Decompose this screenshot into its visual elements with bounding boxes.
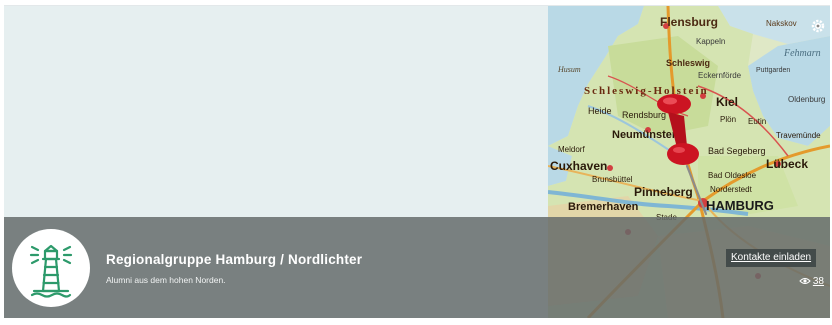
group-subtitle: Alumni aus dem hohen Norden.	[106, 275, 226, 285]
map-label-nakskov: Nakskov	[766, 19, 797, 28]
map-label-husum: Husum	[557, 65, 581, 74]
map-label-eckernfoerde: Eckernförde	[698, 71, 742, 80]
map-label-cuxhaven: Cuxhaven	[550, 159, 607, 173]
group-header-banner: Flensburg Nakskov Kappeln Fehmarn Puttga…	[4, 5, 830, 318]
views-count: 38	[812, 276, 824, 287]
map-label-bremerhaven: Bremerhaven	[568, 201, 639, 213]
map-label-hamburg: HAMBURG	[706, 198, 774, 213]
map-label-bad-segeberg: Bad Segeberg	[708, 146, 766, 156]
lighthouse-icon	[29, 244, 73, 298]
map-label-brunsbuettel: Brunsbüttel	[592, 175, 633, 184]
views-counter[interactable]: 38	[799, 276, 824, 287]
map-label-heide: Heide	[588, 106, 612, 116]
map-label-travemuende: Travemünde	[776, 131, 821, 140]
map-label-bad-oldesloe: Bad Oldesloe	[708, 171, 757, 180]
map-label-eutin: Eutin	[748, 117, 766, 126]
map-label-meldorf: Meldorf	[558, 145, 585, 154]
map-label-norderstedt: Norderstedt	[710, 185, 753, 194]
map-label-fehmarn: Fehmarn	[783, 48, 821, 59]
eye-icon	[799, 278, 811, 284]
map-label-ploen: Plön	[720, 115, 736, 124]
group-avatar	[12, 229, 90, 307]
map-label-flensburg: Flensburg	[660, 15, 718, 29]
map-label-puttgarden: Puttgarden	[756, 67, 790, 74]
map-label-schleswig: Schleswig	[666, 58, 710, 68]
map-label-kiel: Kiel	[716, 95, 738, 109]
group-info-overlay	[4, 217, 830, 318]
invite-contacts-button[interactable]: Kontakte einladen	[726, 249, 817, 267]
map-label-luebeck: Lübeck	[766, 157, 808, 171]
group-title: Regionalgruppe Hamburg / Nordlichter	[106, 252, 363, 267]
settings-gear-icon[interactable]	[810, 18, 826, 39]
map-label-kappeln: Kappeln	[696, 37, 725, 46]
map-pin-icon	[657, 94, 708, 216]
map-label-oldenburg: Oldenburg	[788, 95, 825, 104]
